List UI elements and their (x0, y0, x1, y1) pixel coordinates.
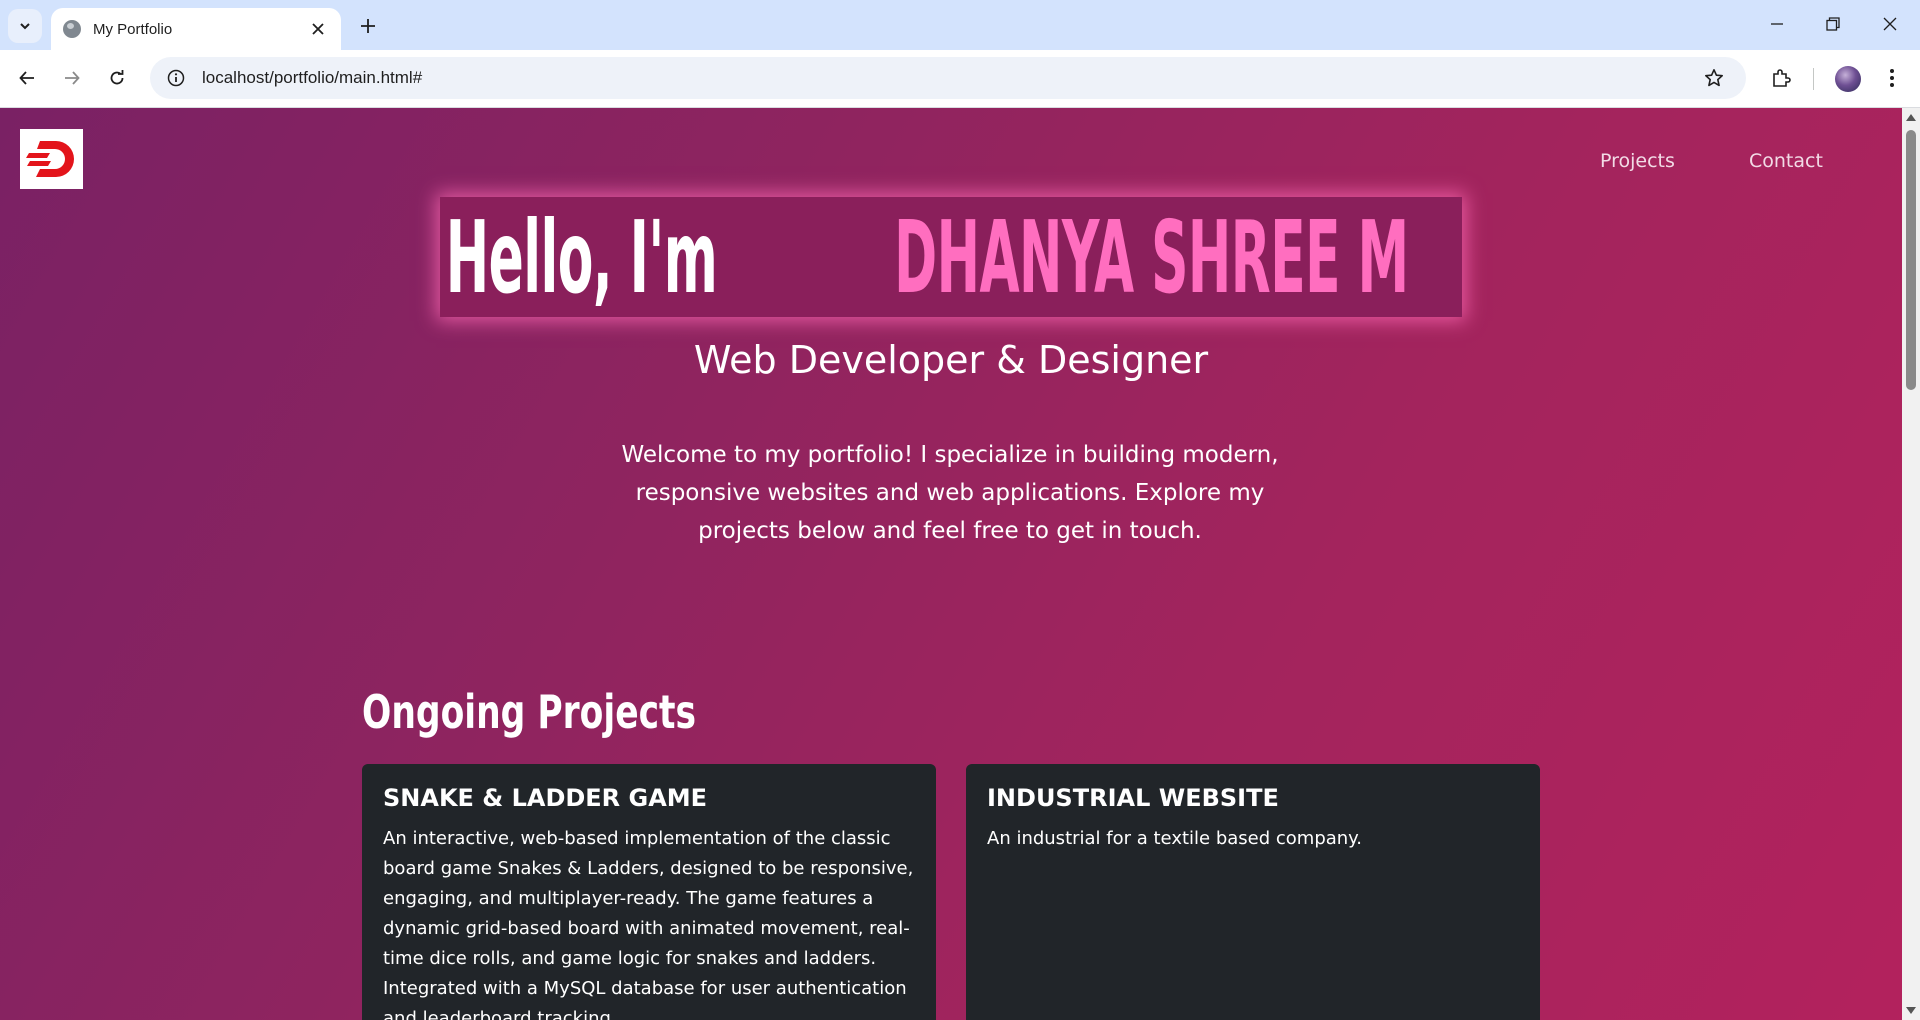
plus-icon (361, 19, 375, 33)
nav-contact-link[interactable]: Contact (1749, 150, 1823, 172)
profile-avatar[interactable] (1835, 66, 1861, 92)
browser-menu-button[interactable] (1874, 60, 1910, 96)
minimize-icon (1771, 23, 1783, 25)
toolbar-divider (1813, 68, 1814, 90)
project-card-title: SNAKE & LADDER GAME (383, 784, 708, 812)
site-logo[interactable] (20, 129, 83, 189)
nav-projects-link[interactable]: Projects (1600, 150, 1675, 172)
project-card-description: An industrial for a textile based compan… (987, 828, 1362, 849)
tab-title: My Portfolio (93, 20, 173, 38)
globe-icon (63, 20, 81, 38)
window-close-icon (1883, 17, 1897, 31)
scroll-down-arrow[interactable] (1906, 1007, 1916, 1014)
browser-tab[interactable]: My Portfolio (51, 8, 341, 50)
tab-close-button[interactable] (307, 18, 329, 40)
hero-intro: Welcome to my portfolio! I specialize in… (621, 442, 1279, 544)
site-info-icon (167, 69, 185, 87)
hero-greeting: Hello, I'm (445, 198, 718, 316)
close-icon (312, 23, 324, 35)
extensions-icon (1773, 69, 1791, 87)
hero-name: DHANYA SHREE M (894, 198, 1409, 316)
project-card-description: An interactive, web-based implementation… (383, 828, 914, 1020)
star-icon (1705, 69, 1723, 87)
reload-button[interactable] (99, 60, 135, 96)
url-text: localhost/portfolio/main.html# (202, 68, 423, 87)
page-viewport: Projects Contact Hello, I'm DHANYA SHREE… (0, 108, 1920, 1020)
tab-search-button[interactable] (8, 9, 42, 43)
hero-heading: Hello, I'm DHANYA SHREE M (440, 197, 1462, 317)
new-tab-button[interactable] (352, 10, 384, 42)
page-scrollbar[interactable] (1902, 108, 1920, 1020)
window-close-button[interactable] (1862, 0, 1918, 48)
restore-button[interactable] (1805, 0, 1861, 48)
bookmark-button[interactable] (1694, 58, 1734, 98)
scroll-up-arrow[interactable] (1906, 114, 1916, 121)
forward-button[interactable] (54, 60, 90, 96)
scroll-thumb[interactable] (1906, 130, 1916, 390)
project-card-snake-ladder[interactable]: SNAKE & LADDER GAME An interactive, web-… (362, 764, 936, 1020)
address-bar[interactable]: localhost/portfolio/main.html# (150, 57, 1746, 99)
tab-search-icon (20, 23, 30, 30)
logo-d-icon (25, 141, 74, 177)
back-button[interactable] (9, 60, 45, 96)
browser-toolbar: localhost/portfolio/main.html# (0, 50, 1920, 108)
minimize-button[interactable] (1749, 0, 1805, 48)
project-card-industrial[interactable]: INDUSTRIAL WEBSITE An industrial for a t… (966, 764, 1540, 1020)
forward-arrow-icon (65, 71, 80, 85)
extensions-button[interactable] (1763, 60, 1799, 96)
back-arrow-icon (19, 71, 34, 85)
projects-section-title: Ongoing Projects (362, 685, 697, 739)
reload-icon (110, 70, 124, 85)
hero-subtitle: Web Developer & Designer (693, 338, 1209, 382)
kebab-menu-icon (1890, 69, 1894, 87)
browser-tab-strip: My Portfolio (0, 0, 1920, 50)
site-info-button[interactable] (156, 58, 196, 98)
restore-icon (1826, 17, 1840, 31)
project-card-title: INDUSTRIAL WEBSITE (987, 784, 1279, 812)
